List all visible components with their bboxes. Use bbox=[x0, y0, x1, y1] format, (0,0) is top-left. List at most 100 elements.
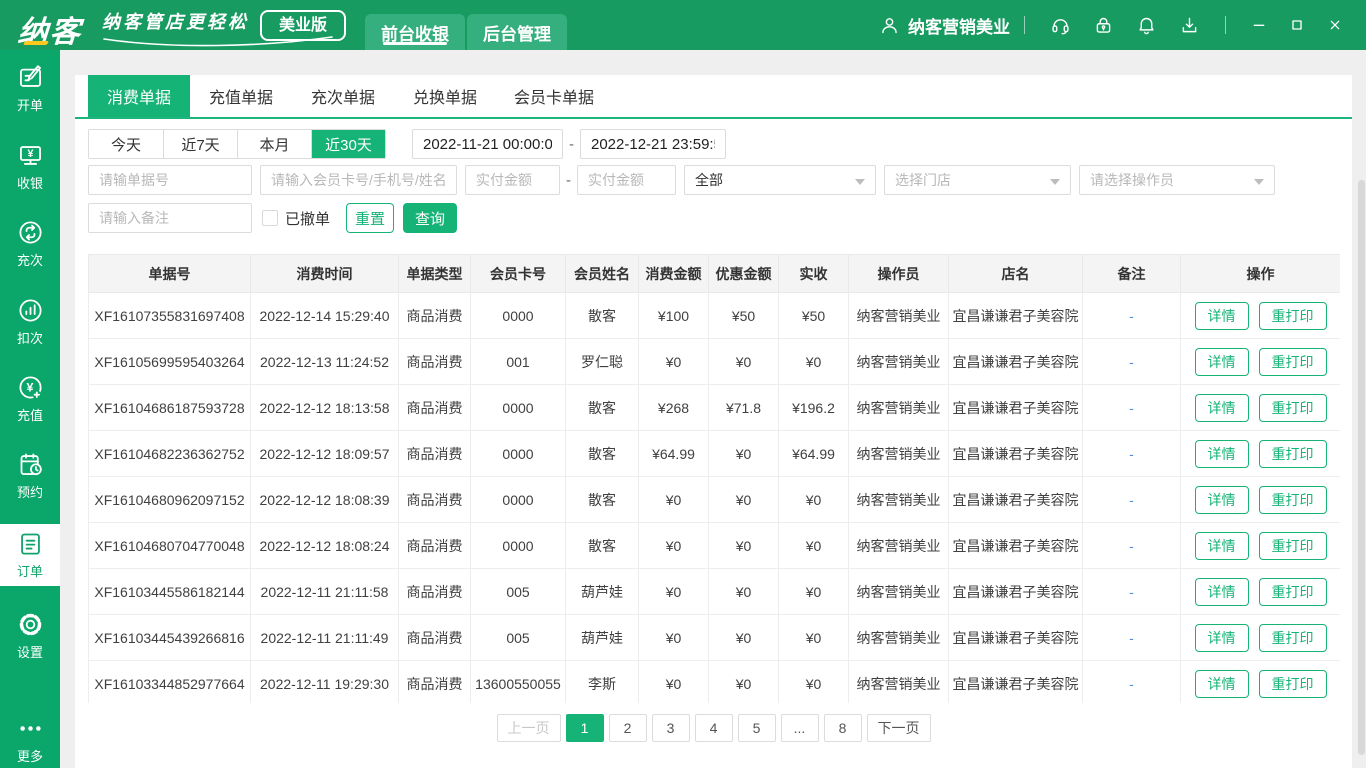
sidebar-item-more[interactable]: 更多 bbox=[0, 711, 60, 765]
more-icon bbox=[17, 715, 44, 742]
tab-document-2[interactable]: 充值单据 bbox=[190, 75, 292, 117]
maximize-icon[interactable] bbox=[1289, 17, 1305, 33]
table-row: XF161046807047700482022-12-12 18:08:24商品… bbox=[89, 523, 1341, 569]
sidebar-item-billing[interactable]: 开单 bbox=[0, 60, 60, 114]
operator-select[interactable]: 请选择操作员 bbox=[1079, 165, 1275, 195]
top-nav-tab-front-desk[interactable]: 前台收银 bbox=[365, 14, 465, 50]
date-to-input[interactable] bbox=[580, 129, 726, 159]
cell-card-no: 005 bbox=[471, 615, 566, 661]
quick-range-group: 今天近7天本月近30天 bbox=[88, 129, 386, 159]
page-button-1[interactable]: 1 bbox=[566, 714, 604, 742]
top-nav-tab-label: 后台管理 bbox=[483, 20, 551, 45]
quick-range-3[interactable]: 本月 bbox=[237, 130, 311, 158]
cell-paid: ¥0 bbox=[779, 477, 849, 523]
detail-button[interactable]: 详情 bbox=[1195, 486, 1249, 514]
user-account[interactable]: 纳客营销美业 bbox=[879, 13, 1010, 38]
reprint-button[interactable]: 重打印 bbox=[1259, 348, 1327, 376]
cell-paid: ¥0 bbox=[779, 661, 849, 704]
logo-accent-mark bbox=[23, 41, 49, 45]
cell-bill-no: XF16104680704770048 bbox=[89, 523, 251, 569]
detail-button[interactable]: 详情 bbox=[1195, 302, 1249, 330]
reprint-button[interactable]: 重打印 bbox=[1259, 486, 1327, 514]
cell-actions: 详情重打印 bbox=[1181, 661, 1341, 704]
cell-store: 宜昌谦谦君子美容院 bbox=[949, 661, 1083, 704]
cell-remark: - bbox=[1083, 339, 1181, 385]
date-from-input[interactable] bbox=[412, 129, 563, 159]
tab-document-1[interactable]: 消费单据 bbox=[88, 75, 190, 117]
next-page-button[interactable]: 下一页 bbox=[867, 714, 931, 742]
edition-badge[interactable]: 美业版 bbox=[260, 10, 346, 41]
detail-button[interactable]: 详情 bbox=[1195, 670, 1249, 698]
tab-document-3[interactable]: 充次单据 bbox=[292, 75, 394, 117]
cell-member: 散客 bbox=[566, 477, 639, 523]
prev-page-button[interactable]: 上一页 bbox=[497, 714, 561, 742]
lock-icon[interactable] bbox=[1093, 15, 1114, 36]
store-select[interactable]: 选择门店 bbox=[884, 165, 1071, 195]
amount-max-input[interactable] bbox=[577, 165, 676, 195]
cell-remark: - bbox=[1083, 431, 1181, 477]
sidebar-item-orders[interactable]: 订单 bbox=[0, 524, 60, 586]
minimize-icon[interactable] bbox=[1251, 17, 1267, 33]
amount-min-input[interactable] bbox=[465, 165, 560, 195]
revoked-checkbox[interactable] bbox=[262, 210, 278, 226]
quick-range-4[interactable]: 近30天 bbox=[311, 130, 385, 158]
tab-document-4[interactable]: 兑换单据 bbox=[394, 75, 496, 117]
cell-card-no: 0000 bbox=[471, 477, 566, 523]
sidebar-item-settings[interactable]: 设置 bbox=[0, 607, 60, 661]
filter-row-date: 今天近7天本月近30天 - bbox=[75, 129, 1352, 159]
cell-time: 2022-12-11 21:11:58 bbox=[251, 569, 399, 615]
headset-icon[interactable] bbox=[1050, 15, 1071, 36]
sidebar-item-label: 设置 bbox=[17, 642, 43, 661]
detail-button[interactable]: 详情 bbox=[1195, 348, 1249, 376]
detail-button[interactable]: 详情 bbox=[1195, 532, 1249, 560]
scrollbar-thumb[interactable] bbox=[1358, 180, 1365, 755]
tab-document-5[interactable]: 会员卡单据 bbox=[496, 75, 612, 117]
page-button-8[interactable]: 8 bbox=[824, 714, 862, 742]
reprint-button[interactable]: 重打印 bbox=[1259, 670, 1327, 698]
cell-operator: 纳客营销美业 bbox=[849, 477, 949, 523]
sidebar-item-deduct-times[interactable]: 扣次 bbox=[0, 293, 60, 347]
quick-range-2[interactable]: 近7天 bbox=[163, 130, 237, 158]
reprint-button[interactable]: 重打印 bbox=[1259, 394, 1327, 422]
close-icon[interactable] bbox=[1327, 17, 1343, 33]
sidebar-item-appointment[interactable]: 预约 bbox=[0, 447, 60, 501]
page-button-3[interactable]: 3 bbox=[652, 714, 690, 742]
cell-paid: ¥0 bbox=[779, 615, 849, 661]
appointment-icon bbox=[17, 451, 44, 478]
sidebar-item-cashier[interactable]: ¥收银 bbox=[0, 138, 60, 192]
reprint-button[interactable]: 重打印 bbox=[1259, 440, 1327, 468]
detail-button[interactable]: 详情 bbox=[1195, 624, 1249, 652]
cell-store: 宜昌谦谦君子美容院 bbox=[949, 431, 1083, 477]
reprint-button[interactable]: 重打印 bbox=[1259, 578, 1327, 606]
amount-range-separator: - bbox=[566, 172, 571, 189]
type-select[interactable]: 全部 bbox=[684, 165, 876, 195]
reprint-button[interactable]: 重打印 bbox=[1259, 532, 1327, 560]
remark-input[interactable] bbox=[88, 203, 252, 233]
top-nav-tab-back-office[interactable]: 后台管理 bbox=[467, 14, 567, 50]
cell-remark: - bbox=[1083, 569, 1181, 615]
sidebar-item-recharge-times[interactable]: 充次 bbox=[0, 215, 60, 269]
reprint-button[interactable]: 重打印 bbox=[1259, 302, 1327, 330]
page-button-2[interactable]: 2 bbox=[609, 714, 647, 742]
detail-button[interactable]: 详情 bbox=[1195, 394, 1249, 422]
download-icon[interactable] bbox=[1179, 15, 1200, 36]
cell-store: 宜昌谦谦君子美容院 bbox=[949, 293, 1083, 339]
page-ellipsis[interactable]: ... bbox=[781, 714, 819, 742]
detail-button[interactable]: 详情 bbox=[1195, 440, 1249, 468]
page-button-4[interactable]: 4 bbox=[695, 714, 733, 742]
quick-range-1[interactable]: 今天 bbox=[89, 130, 163, 158]
member-search-input[interactable] bbox=[260, 165, 457, 195]
bill-no-input[interactable] bbox=[88, 165, 252, 195]
cell-member: 罗仁聪 bbox=[566, 339, 639, 385]
column-header: 备注 bbox=[1083, 255, 1181, 293]
column-header: 操作 bbox=[1181, 255, 1341, 293]
reset-button[interactable]: 重置 bbox=[346, 203, 394, 233]
document-tabs: 消费单据充值单据充次单据兑换单据会员卡单据 bbox=[75, 75, 1352, 119]
detail-button[interactable]: 详情 bbox=[1195, 578, 1249, 606]
reprint-button[interactable]: 重打印 bbox=[1259, 624, 1327, 652]
divider bbox=[1024, 16, 1025, 34]
bell-icon[interactable] bbox=[1136, 15, 1157, 36]
page-button-5[interactable]: 5 bbox=[738, 714, 776, 742]
sidebar-item-recharge[interactable]: ¥充值 bbox=[0, 370, 60, 424]
search-button[interactable]: 查询 bbox=[403, 203, 457, 233]
